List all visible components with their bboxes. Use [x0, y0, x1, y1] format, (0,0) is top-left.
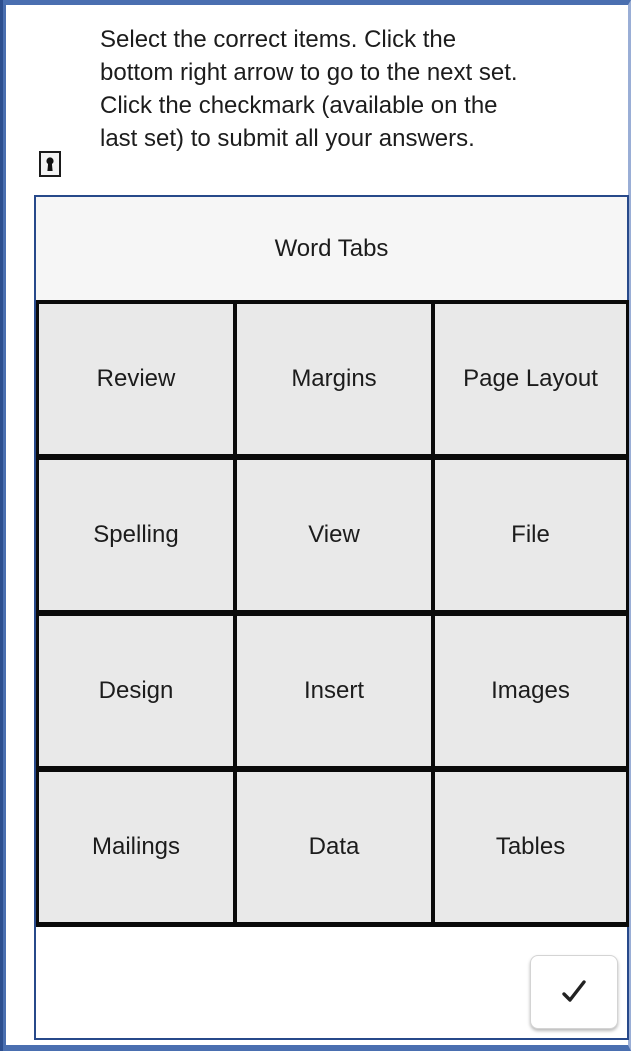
answer-tile-mailings[interactable]: Mailings	[38, 771, 234, 923]
submit-button[interactable]	[530, 955, 618, 1029]
answer-tile-spelling[interactable]: Spelling	[38, 459, 234, 611]
instruction-line: bottom right arrow to go to the next set…	[100, 59, 518, 86]
instruction-line: Click the checkmark (available on the	[100, 92, 498, 119]
answer-tile-margins[interactable]: Margins	[236, 303, 432, 455]
window-frame: Select the correct items. Click the bott…	[0, 0, 631, 1051]
keyhole-lock-icon[interactable]	[39, 151, 61, 177]
instructions-area: Select the correct items. Click the bott…	[12, 5, 628, 195]
quiz-panel: Word Tabs Review Margins Page Layout Spe…	[34, 195, 629, 1040]
answer-tile-data[interactable]: Data	[236, 771, 432, 923]
instructions-text: Select the correct items. Click the bott…	[100, 23, 631, 155]
answer-tile-view[interactable]: View	[236, 459, 432, 611]
checkmark-icon	[562, 980, 586, 1002]
answer-tile-tables[interactable]: Tables	[434, 771, 627, 923]
answer-tile-page-layout[interactable]: Page Layout	[434, 303, 627, 455]
instruction-line: last set) to submit all your answers.	[100, 125, 475, 152]
instruction-line: Select the correct items. Click the	[100, 26, 457, 53]
answer-grid: Review Margins Page Layout Spelling View…	[36, 300, 629, 927]
answer-tile-design[interactable]: Design	[38, 615, 234, 767]
quiz-title: Word Tabs	[36, 197, 627, 301]
answer-tile-insert[interactable]: Insert	[236, 615, 432, 767]
answer-tile-images[interactable]: Images	[434, 615, 627, 767]
answer-tile-file[interactable]: File	[434, 459, 627, 611]
answer-tile-review[interactable]: Review	[38, 303, 234, 455]
